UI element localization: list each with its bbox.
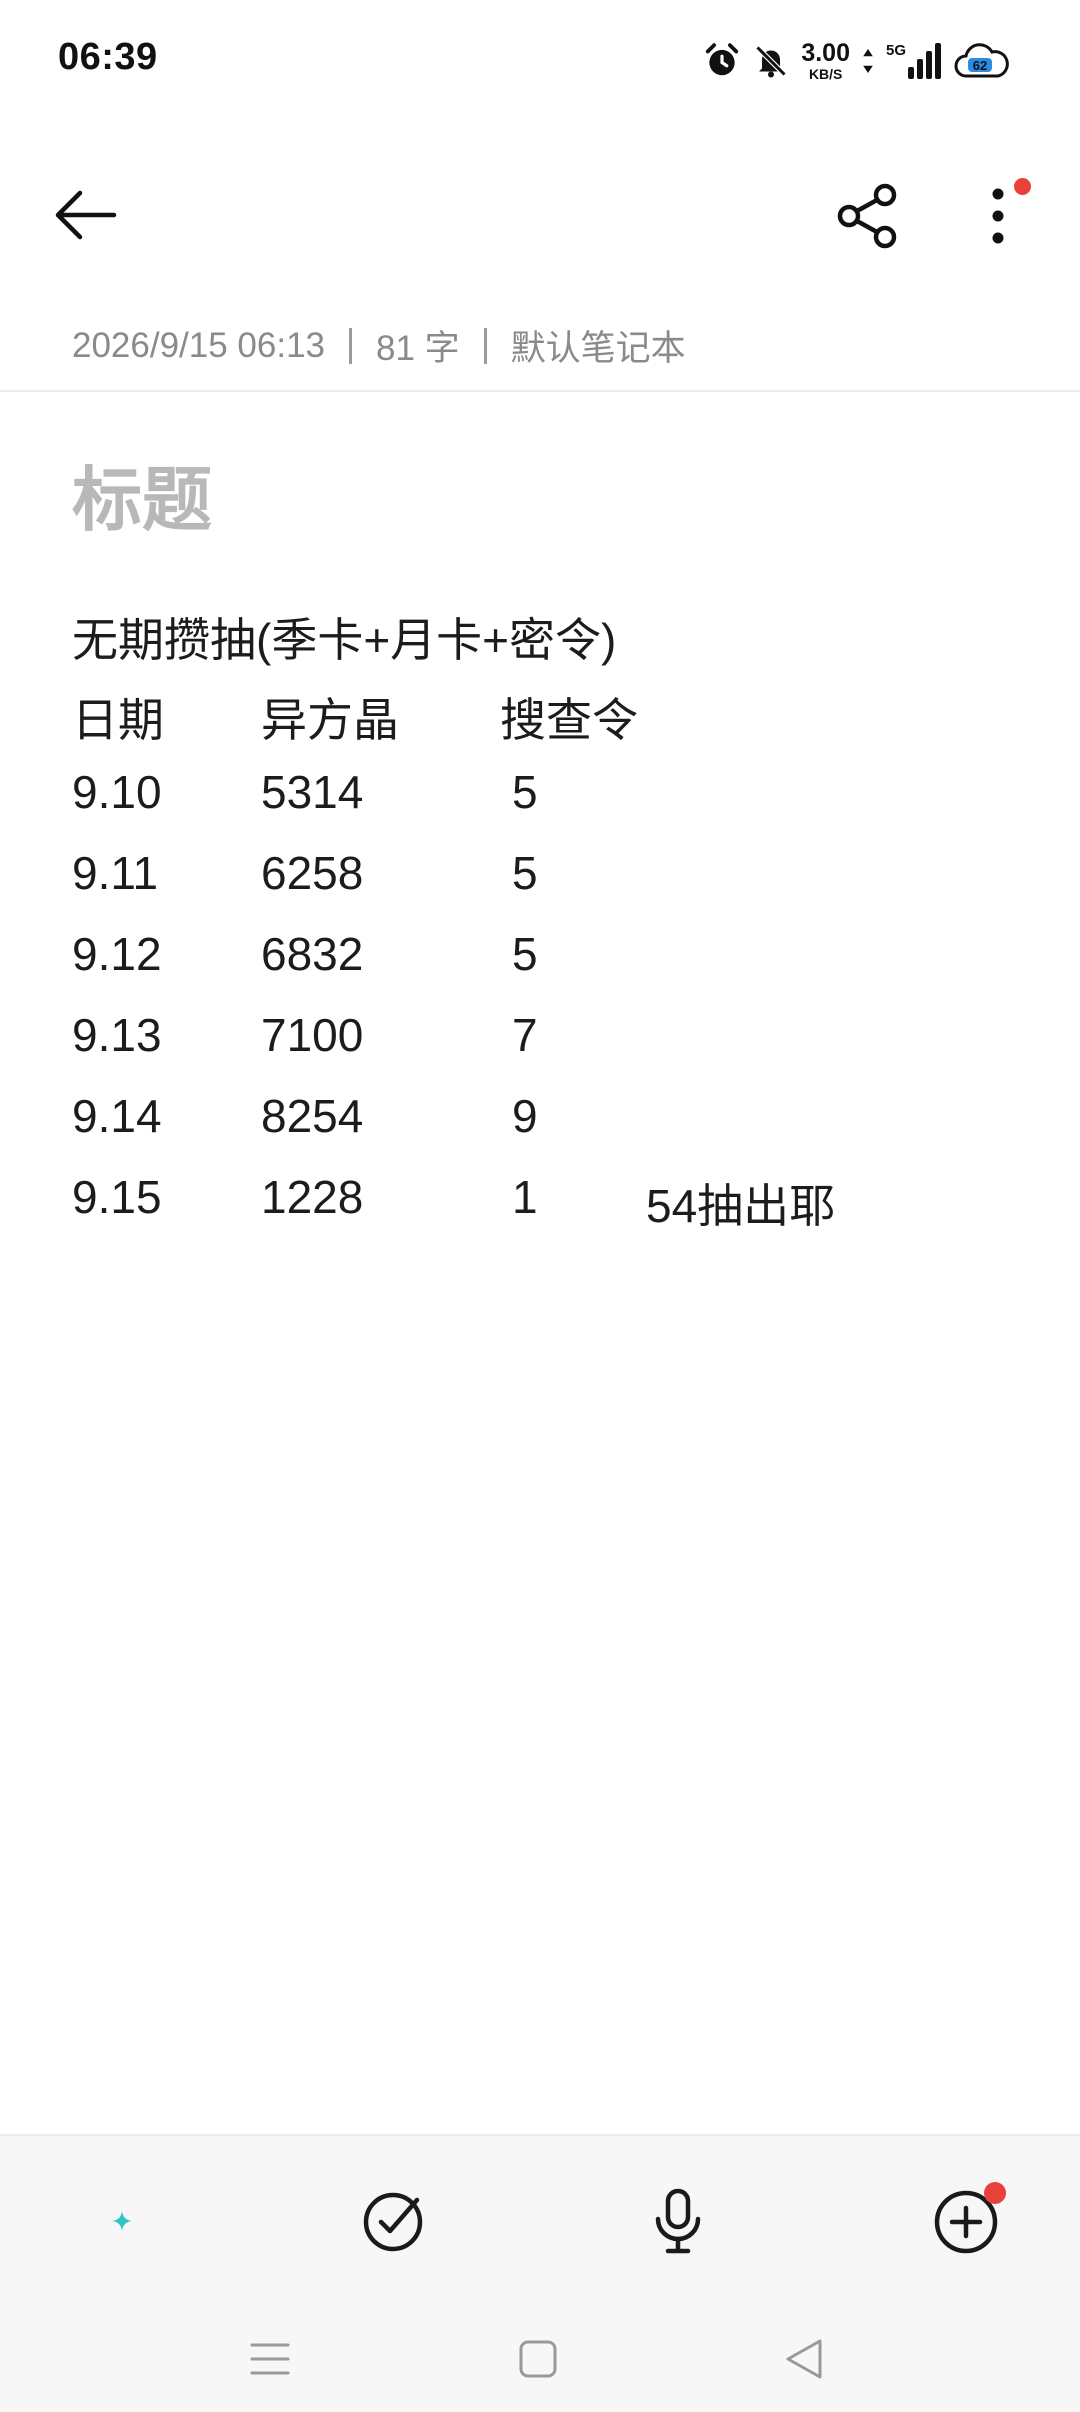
- row-crystal: 1228: [261, 1171, 364, 1223]
- network-speed: 3.00 KB/S: [801, 39, 850, 82]
- meta-divider: [483, 327, 487, 364]
- ai-format-button[interactable]: [58, 2172, 158, 2272]
- home-icon: [519, 2340, 557, 2378]
- notes-editor-screen: 06:39 3.00 KB/S 5G 62 2026/9/15 06:13 81…: [0, 0, 1080, 2412]
- home-button[interactable]: [498, 2324, 578, 2394]
- row-crystal: 7100: [261, 1009, 364, 1061]
- note-word-count: 81 字: [376, 329, 460, 368]
- notification-badge: [984, 2182, 1006, 2204]
- more-vertical-icon: [992, 188, 1004, 244]
- row-crystal: 5314: [261, 766, 364, 818]
- system-back-button[interactable]: [764, 2324, 844, 2394]
- data-arrows-icon: [863, 49, 873, 73]
- signal-icon: 5G: [886, 42, 941, 79]
- row-token: 5: [512, 847, 538, 899]
- row-token: 5: [512, 928, 538, 980]
- notification-badge: [1014, 178, 1031, 195]
- note-heading-line[interactable]: 无期攒抽(季卡+月卡+密令): [72, 604, 616, 670]
- back-arrow-icon: [55, 190, 117, 240]
- row-date: 9.14: [72, 1090, 162, 1142]
- header-crystal: 异方晶: [261, 694, 399, 746]
- title-input[interactable]: 标题: [72, 444, 212, 545]
- back-triangle-icon: [786, 2339, 822, 2379]
- meta-divider: [349, 327, 353, 364]
- row-date: 9.10: [72, 766, 162, 818]
- row-token: 9: [512, 1090, 538, 1142]
- header-divider: [0, 390, 1080, 392]
- bottom-toolbar: [0, 2134, 1080, 2412]
- row-date: 9.15: [72, 1171, 162, 1223]
- row-date: 9.11: [72, 847, 159, 899]
- row-date: 9.12: [72, 928, 162, 980]
- note-meta: 2026/9/15 06:13 81 字 默认笔记本: [72, 320, 686, 371]
- notebook-name[interactable]: 默认笔记本: [511, 320, 686, 371]
- row-crystal: 6258: [261, 847, 364, 899]
- row-token: 5: [512, 766, 538, 818]
- menu-icon: [250, 2343, 290, 2375]
- battery-level: 62: [973, 58, 987, 73]
- header-token: 搜查令: [500, 694, 638, 746]
- share-icon: [837, 183, 897, 249]
- status-bar: 06:39 3.00 KB/S 5G 62: [0, 0, 1080, 120]
- recent-apps-button[interactable]: [230, 2324, 310, 2394]
- checklist-icon: [363, 2192, 423, 2252]
- row-token: 7: [512, 1009, 538, 1061]
- back-button[interactable]: [40, 180, 130, 250]
- system-nav-bar: [0, 2308, 1080, 2408]
- status-time: 06:39: [58, 36, 158, 78]
- voice-input-button[interactable]: [628, 2172, 728, 2272]
- add-attachment-button[interactable]: [916, 2172, 1016, 2272]
- row-crystal: 8254: [261, 1090, 364, 1142]
- network-type-label: 5G: [886, 42, 906, 59]
- ai-format-icon: [80, 2198, 132, 2244]
- note-datetime: 2026/9/15 06:13: [72, 325, 326, 365]
- share-button[interactable]: [826, 178, 910, 254]
- checklist-button[interactable]: [343, 2172, 443, 2272]
- network-speed-value: 3.00: [801, 39, 850, 67]
- header-date: 日期: [72, 694, 164, 746]
- mute-bell-icon: [755, 45, 787, 78]
- row-crystal: 6832: [261, 928, 364, 980]
- network-speed-unit: KB/S: [808, 66, 843, 82]
- more-options-button[interactable]: [968, 178, 1031, 254]
- row-token: 1: [512, 1171, 538, 1223]
- top-app-bar: [0, 150, 1080, 280]
- alarm-icon: [706, 43, 739, 76]
- row-note: 54抽出耶: [646, 1180, 836, 1232]
- row-date: 9.13: [72, 1009, 162, 1061]
- microphone-icon: [655, 2188, 701, 2254]
- cloud-battery-icon: 62: [954, 43, 1009, 78]
- status-icons: 3.00 KB/S 5G 62: [703, 38, 1010, 84]
